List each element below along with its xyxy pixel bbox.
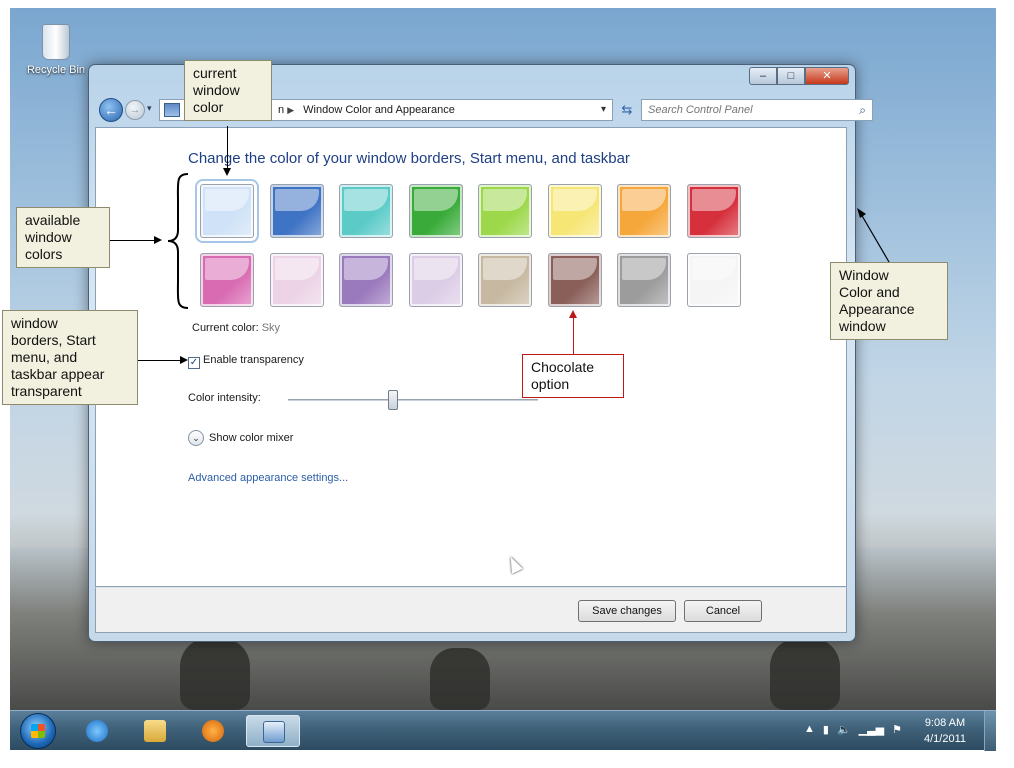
search-box: ⌕ [641,99,873,121]
color-swatch-chocolate[interactable] [547,253,602,307]
callout-arrow [569,310,577,318]
recycle-bin-label: Recycle Bin [26,64,86,76]
penguin-silhouette [770,638,840,710]
breadcrumb-current[interactable]: Window Color and Appearance [303,104,455,116]
start-button[interactable] [20,713,56,749]
callout-available-colors: available window colors [16,207,110,268]
current-color: Current color: Sky [192,322,280,334]
action-center-flag-icon[interactable]: ⚑ [892,723,902,736]
maximize-button[interactable]: □ [777,67,805,85]
folder-icon [144,720,166,742]
refresh-icon[interactable]: ⇆ [617,100,637,120]
show-color-mixer-label[interactable]: Show color mixer [209,432,293,444]
color-swatch-tangerine[interactable] [617,184,671,238]
window-color-appearance-window: – □ ✕ ← → ▾ n ▶ Window Color and Appeara… [88,64,873,642]
address-dropdown-icon[interactable]: ▾ [601,104,606,115]
color-swatch-slate[interactable] [617,253,671,307]
content-pane: Change the color of your window borders,… [95,127,847,587]
color-intensity-thumb[interactable] [388,390,398,410]
clock-time: 9:08 AM [924,717,966,729]
recent-pages-chevron-icon[interactable]: ▾ [147,103,152,114]
color-swatch-fuchsia[interactable] [200,253,254,307]
color-swatch-taupe[interactable] [478,253,532,307]
taskbar-windows-explorer[interactable] [128,715,182,747]
page-heading: Change the color of your window borders,… [188,150,630,167]
show-desktop-button[interactable] [984,711,996,751]
close-button[interactable]: ✕ [805,67,849,85]
color-swatch-frost-white[interactable] [686,253,741,307]
callout-line [138,360,180,361]
current-color-value: Sky [261,322,281,334]
callout-window-label: Window Color and Appearance window [830,262,948,340]
color-swatch-leaf[interactable] [408,184,463,238]
color-swatch-frost[interactable] [547,184,602,238]
recycle-bin-icon [42,24,70,60]
clock-date: 4/1/2011 [923,733,966,745]
callout-line [110,240,154,241]
window-controls: – □ ✕ [749,67,849,85]
taskbar-internet-explorer[interactable] [70,715,124,747]
swatch-brace [167,173,189,309]
expand-chevron-icon[interactable]: ⌄ [188,430,204,446]
control-panel-icon [263,721,285,743]
minimize-button[interactable]: – [749,67,777,85]
windows-logo-icon [31,724,45,738]
search-icon[interactable]: ⌕ [859,103,866,118]
taskbar-media-player[interactable] [186,715,240,747]
color-intensity-slider[interactable] [288,399,538,401]
volume-icon[interactable]: 🔈 [837,723,851,736]
callout-arrow [154,236,162,244]
color-swatch-violet[interactable] [339,253,393,307]
advanced-appearance-link[interactable]: Advanced appearance settings... [188,472,348,484]
color-swatch-blush[interactable] [269,253,324,307]
transparency-checkbox[interactable]: ✓ [188,357,200,369]
color-swatch-ruby[interactable] [686,184,741,238]
show-color-mixer[interactable]: ⌄ Show color mixer [188,430,293,446]
penguin-silhouette [430,648,490,710]
breadcrumb: n ▶ Window Color and Appearance [278,104,455,116]
callout-transparency: window borders, Start menu, and taskbar … [2,310,138,405]
callout-arrow [180,356,188,364]
internet-explorer-icon [86,720,108,742]
show-hidden-icons-icon[interactable]: ▲ [804,723,815,736]
control-panel-icon [164,103,180,117]
search-input[interactable] [642,100,842,120]
back-button[interactable]: ← [99,98,123,122]
forward-button[interactable]: → [125,100,145,120]
cancel-button[interactable]: Cancel [684,600,762,622]
color-swatch-sea[interactable] [339,184,393,238]
button-footer: Save changes Cancel [95,587,847,633]
transparency-label[interactable]: Enable transparency [203,354,304,366]
taskbar-control-panel[interactable] [246,715,300,747]
save-changes-button[interactable]: Save changes [578,600,676,622]
breadcrumb-partial[interactable]: n [278,104,284,116]
penguin-silhouette [180,638,250,710]
media-player-icon [202,720,224,742]
network-icon[interactable]: ▁▃▅ [859,723,884,736]
notification-area: ▲ ▮ 🔈 ▁▃▅ ⚑ [804,723,902,736]
callout-line [573,318,574,354]
color-swatch-sky[interactable] [195,179,259,243]
callout-line [857,208,890,263]
color-swatch-lime[interactable] [478,184,532,238]
power-icon[interactable]: ▮ [823,723,829,736]
current-color-label: Current color: [192,322,259,334]
callout-line [227,126,228,168]
taskbar: ▲ ▮ 🔈 ▁▃▅ ⚑ 9:08 AM 4/1/2011 [10,710,996,751]
breadcrumb-separator-icon[interactable]: ▶ [287,105,294,115]
callout-arrow [223,168,231,176]
callout-chocolate-option: Chocolate option [522,354,624,398]
color-intensity-label: Color intensity: [188,392,261,404]
recycle-bin[interactable]: Recycle Bin [24,24,88,76]
taskbar-clock[interactable]: 9:08 AM 4/1/2011 [920,715,970,747]
callout-current-window-color: current window color [184,60,272,121]
color-swatch-twilight[interactable] [269,184,324,238]
enable-transparency[interactable]: ✓ Enable transparency [188,354,304,369]
color-swatch-lavender[interactable] [408,253,463,307]
